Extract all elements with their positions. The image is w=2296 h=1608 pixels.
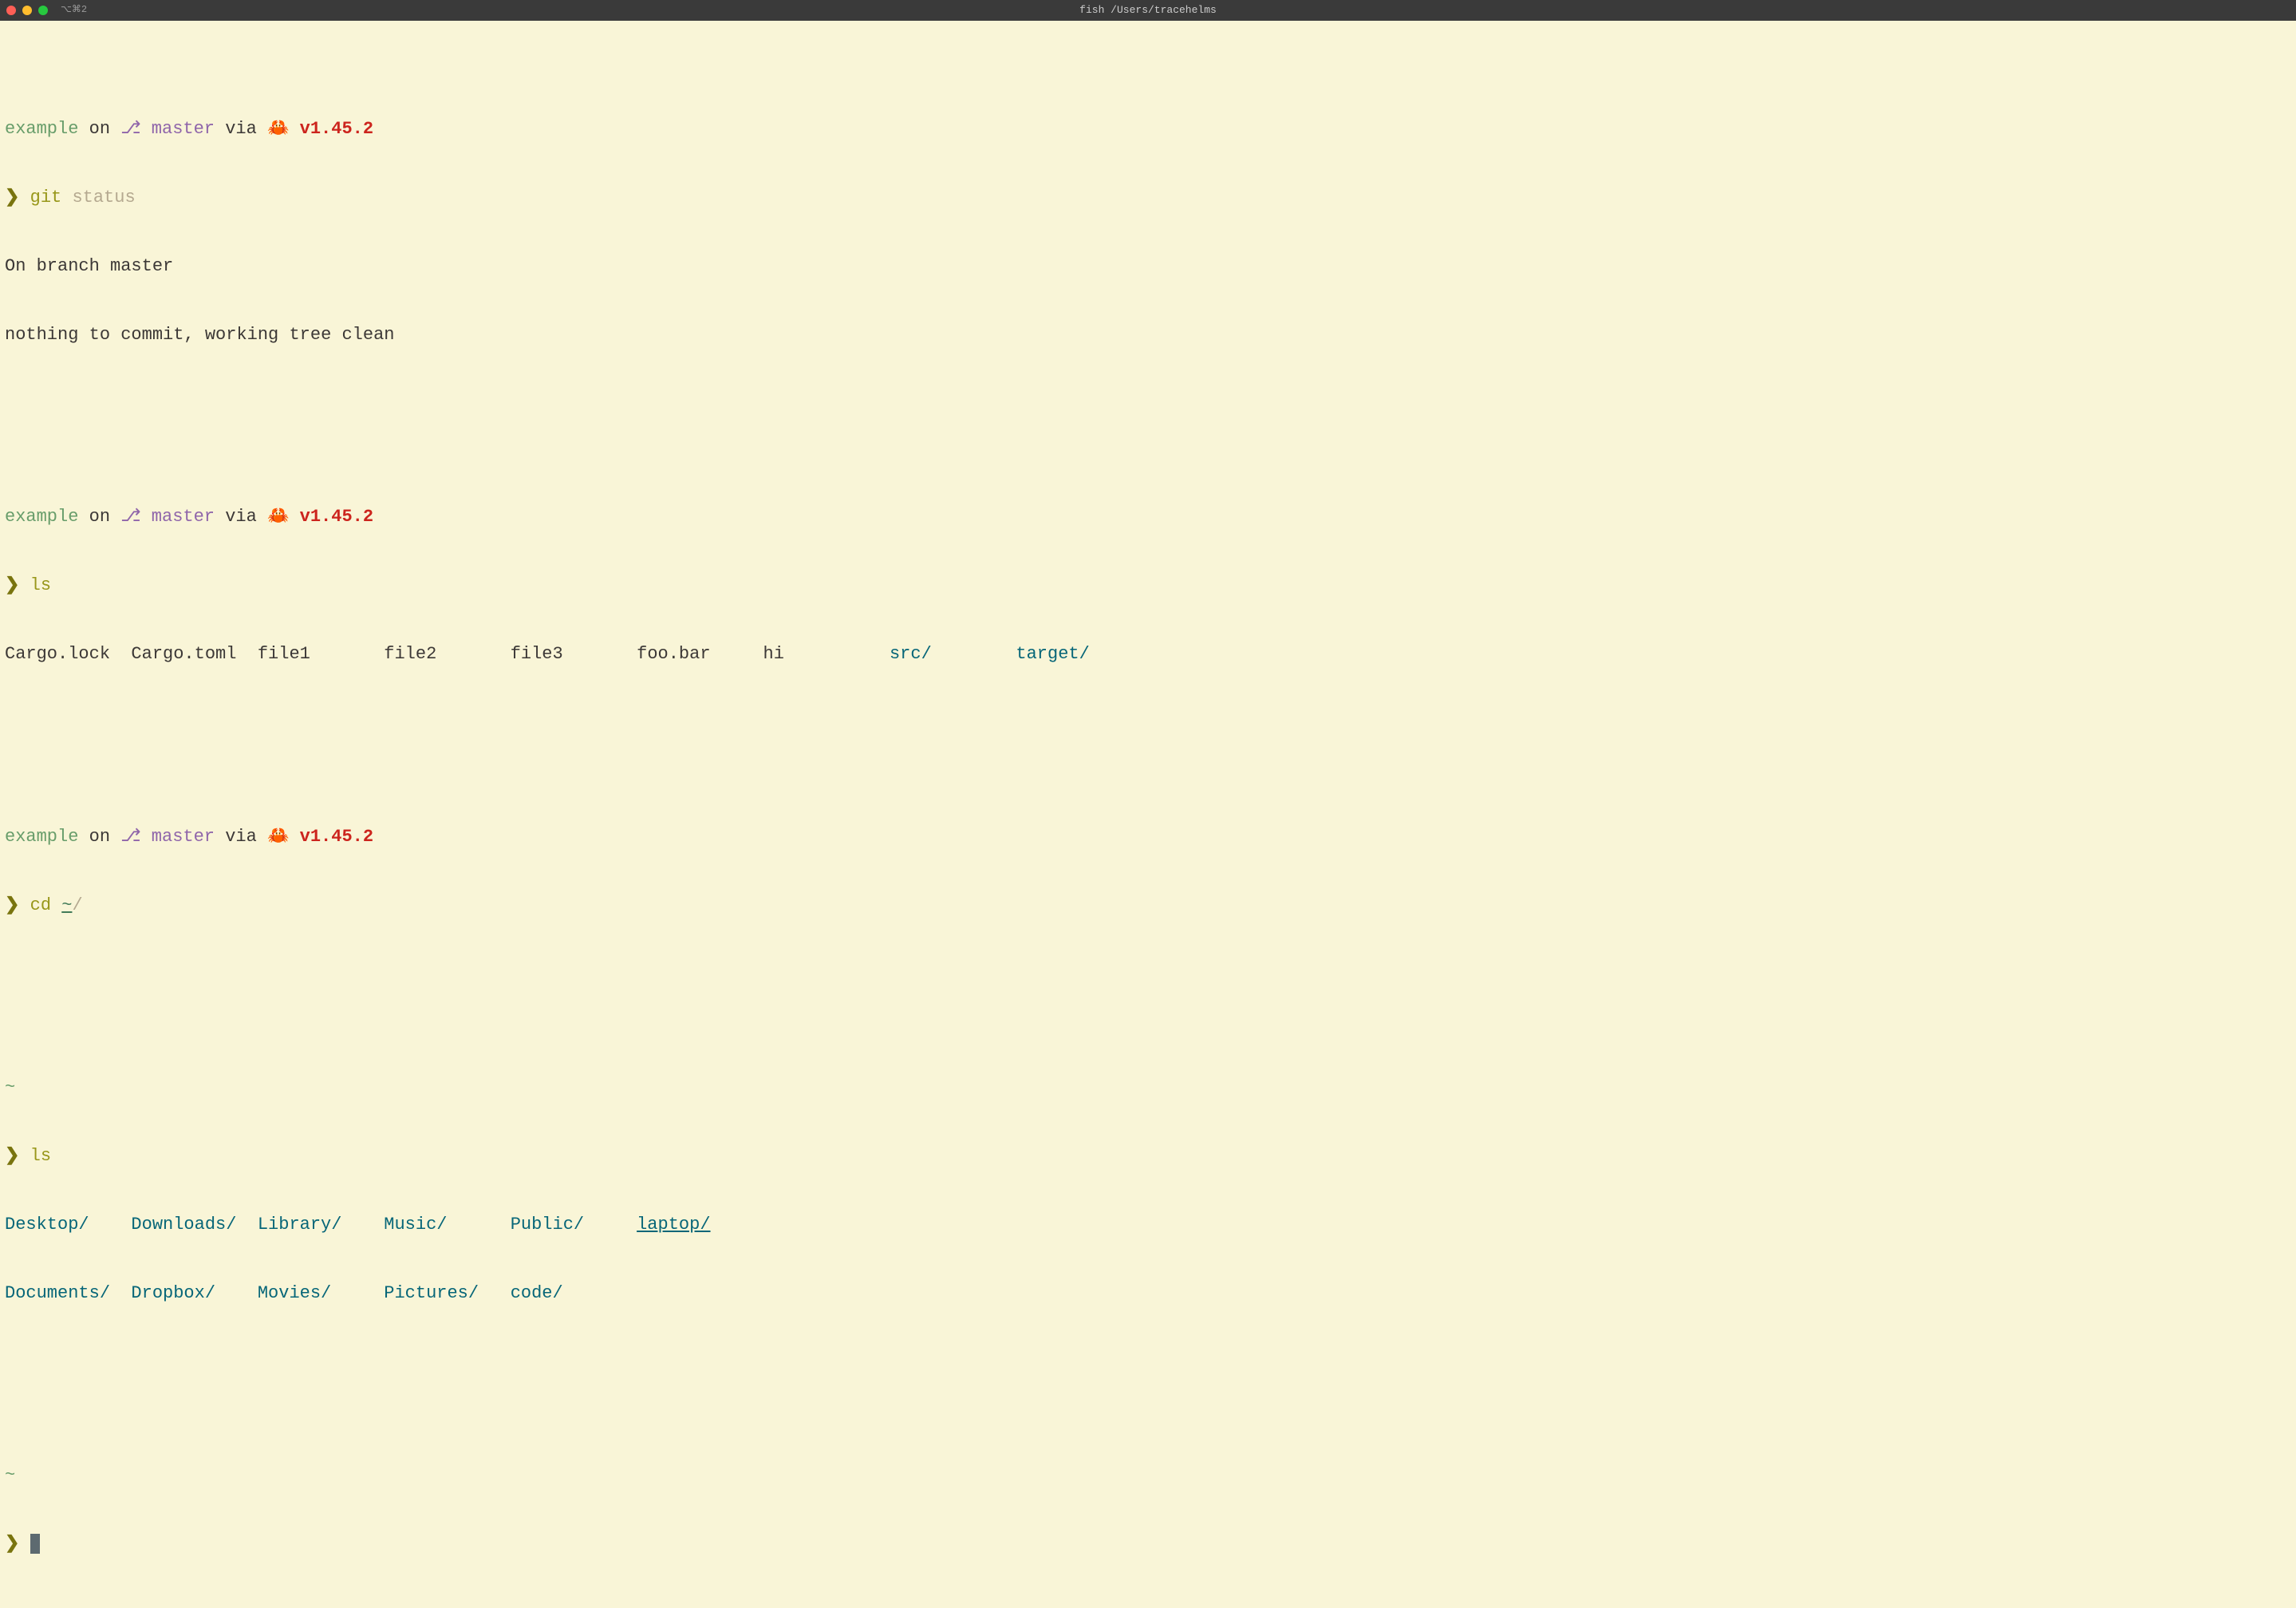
prompt-line: ~ xyxy=(5,1464,2291,1487)
prompt-dir: ~ xyxy=(5,1077,15,1097)
ls-dir: Music/ xyxy=(384,1214,510,1237)
ls-dir: target/ xyxy=(1016,644,1089,664)
ls-dir: Library/ xyxy=(258,1214,384,1237)
prompt-arrow: ❯ xyxy=(5,895,30,915)
ls-dir: Dropbox/ xyxy=(131,1282,257,1306)
prompt-branch: master xyxy=(141,827,215,847)
prompt-version: v1.45.2 xyxy=(289,507,373,527)
prompt-arrow: ❯ xyxy=(5,1146,30,1166)
command-cd: cd xyxy=(30,895,62,915)
ls-output: Cargo.lockCargo.toml file1file2file3foo.… xyxy=(5,643,2291,666)
ls-file: file1 xyxy=(258,643,384,666)
ls-file: file3 xyxy=(511,643,637,666)
command-line: ❯ ls xyxy=(5,1145,2291,1168)
ls-dir: code/ xyxy=(511,1282,637,1306)
prompt-on: on xyxy=(78,827,120,847)
git-branch-icon: ⎇ xyxy=(120,119,140,139)
prompt-line: example on ⎇ master via 🦀 v1.45.2 xyxy=(5,118,2291,141)
ls-file: file2 xyxy=(384,643,510,666)
ls-file: Cargo.lock xyxy=(5,643,131,666)
ls-dir: Downloads/ xyxy=(131,1214,257,1237)
prompt-version: v1.45.2 xyxy=(289,119,373,139)
close-icon[interactable] xyxy=(6,6,16,15)
prompt-on: on xyxy=(78,119,120,139)
prompt-arrow: ❯ xyxy=(5,188,30,207)
prompt-dir: ~ xyxy=(5,1465,15,1485)
traffic-lights xyxy=(6,6,48,15)
command-git: git xyxy=(30,188,73,207)
blank-line xyxy=(5,393,2291,416)
command-line: ❯ cd ~/ xyxy=(5,895,2291,918)
ls-dir: Movies/ xyxy=(258,1282,384,1306)
ls-file: Cargo.toml xyxy=(131,644,236,664)
prompt-via: via xyxy=(215,507,267,527)
crab-icon: 🦀 xyxy=(267,119,289,139)
prompt-line: ~ xyxy=(5,1077,2291,1100)
blank-line xyxy=(5,962,2291,986)
blank-line xyxy=(5,712,2291,735)
terminal-output[interactable]: example on ⎇ master via 🦀 v1.45.2 ❯ git … xyxy=(0,21,2296,1608)
prompt-dir: example xyxy=(5,119,78,139)
prompt-branch: master xyxy=(141,507,215,527)
prompt-dir: example xyxy=(5,827,78,847)
autosuggest-text: status xyxy=(72,188,135,207)
output-line: On branch master xyxy=(5,255,2291,279)
window-titlebar: ⌥⌘2 fish /Users/tracehelms xyxy=(0,0,2296,21)
ls-dir: src/ xyxy=(890,643,1016,666)
crab-icon: 🦀 xyxy=(267,827,289,847)
prompt-branch: master xyxy=(141,119,215,139)
command-ls: ls xyxy=(30,575,51,595)
cd-path: ~ xyxy=(61,895,72,915)
command-line: ❯ git status xyxy=(5,187,2291,210)
autosuggest-text: / xyxy=(72,895,82,915)
prompt-on: on xyxy=(78,507,120,527)
prompt-arrow: ❯ xyxy=(5,1534,30,1554)
minimize-icon[interactable] xyxy=(22,6,32,15)
command-line[interactable]: ❯ xyxy=(5,1533,2291,1556)
git-branch-icon: ⎇ xyxy=(120,827,140,847)
ls-dir: Pictures/ xyxy=(384,1282,510,1306)
prompt-version: v1.45.2 xyxy=(289,827,373,847)
ls-dir: Public/ xyxy=(511,1214,637,1237)
command-ls: ls xyxy=(30,1146,51,1166)
ls-output: Desktop/Downloads/Library/Music/Public/l… xyxy=(5,1214,2291,1237)
ls-dir: Desktop/ xyxy=(5,1214,131,1237)
maximize-icon[interactable] xyxy=(38,6,48,15)
prompt-line: example on ⎇ master via 🦀 v1.45.2 xyxy=(5,826,2291,849)
command-line: ❯ ls xyxy=(5,575,2291,598)
prompt-via: via xyxy=(215,827,267,847)
crab-icon: 🦀 xyxy=(267,507,289,527)
window-title: fish /Users/tracehelms xyxy=(1079,4,1217,18)
ls-file: foo.bar xyxy=(637,643,763,666)
prompt-via: via xyxy=(215,119,267,139)
blank-line xyxy=(5,1350,2291,1373)
output-line: nothing to commit, working tree clean xyxy=(5,324,2291,347)
ls-dir: Documents/ xyxy=(5,1282,131,1306)
prompt-arrow: ❯ xyxy=(5,575,30,595)
tab-shortcut-label: ⌥⌘2 xyxy=(61,4,87,17)
ls-output: Documents/Dropbox/Movies/Pictures/code/ xyxy=(5,1282,2291,1306)
git-branch-icon: ⎇ xyxy=(120,507,140,527)
prompt-dir: example xyxy=(5,507,78,527)
prompt-line: example on ⎇ master via 🦀 v1.45.2 xyxy=(5,506,2291,529)
ls-symlink: laptop/ xyxy=(637,1215,710,1235)
ls-file: hi xyxy=(763,643,890,666)
cursor-icon xyxy=(30,1534,40,1554)
